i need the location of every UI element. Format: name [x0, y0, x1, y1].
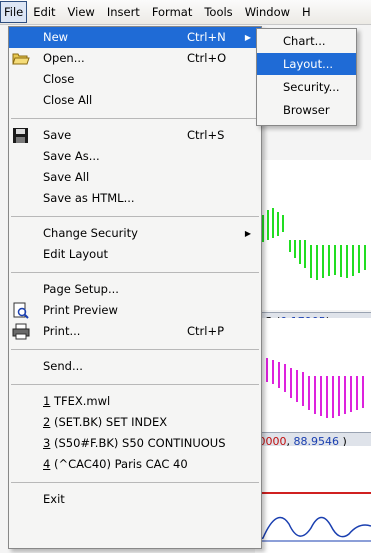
menu-item-label: Send... [43, 359, 83, 373]
menu-item-label: Save As... [43, 149, 100, 163]
menu-help[interactable]: H [296, 2, 317, 22]
menu-separator [11, 272, 259, 273]
menu-item-print[interactable]: Print... Ctrl+P [9, 321, 261, 342]
submenu-item-layout[interactable]: Layout... [257, 53, 356, 75]
menu-item-label: Close All [43, 93, 93, 107]
recent-file-label: (SET.BK) SET INDEX [50, 415, 168, 429]
menu-item-label: Print Preview [43, 303, 118, 317]
menu-separator [11, 482, 259, 483]
menu-item-exit[interactable]: Exit [9, 489, 261, 510]
oscillator-lines [255, 492, 371, 542]
menu-item-recent-1[interactable]: 1 TFEX.mwl [9, 391, 261, 412]
submenu-item-browser[interactable]: Browser [257, 99, 356, 121]
menu-item-label: Page Setup... [43, 282, 119, 296]
menu-separator [11, 384, 259, 385]
menu-item-label: Edit Layout [43, 247, 109, 261]
menu-edit[interactable]: Edit [27, 2, 61, 22]
menu-item-recent-4[interactable]: 4 (^CAC40) Paris CAC 40 [9, 454, 261, 475]
menu-separator [11, 118, 259, 119]
shortcut-label: Ctrl+O [187, 51, 227, 65]
menu-item-new[interactable]: New Ctrl+N ▶ [9, 27, 261, 48]
menu-item-open[interactable]: Open... Ctrl+O [9, 48, 261, 69]
recent-file-label: (S50#F.BK) S50 CONTINUOUS [50, 436, 226, 450]
menu-item-save-as-html[interactable]: Save as HTML... [9, 188, 261, 209]
menu-insert[interactable]: Insert [101, 2, 146, 22]
menu-tools[interactable]: Tools [198, 2, 238, 22]
menu-item-label: Save All [43, 170, 90, 184]
menu-separator [11, 216, 259, 217]
floppy-disk-icon [12, 127, 30, 144]
chart-pane-lines [255, 446, 371, 553]
open-folder-icon [12, 50, 30, 67]
menu-format[interactable]: Format [146, 2, 199, 22]
chart-pane-magenta [255, 318, 371, 436]
recent-file-label: TFEX.mwl [50, 394, 111, 408]
menu-item-label: New [43, 30, 69, 44]
menu-item-label: Print... [43, 324, 81, 338]
menu-item-change-security[interactable]: Change Security ▶ [9, 223, 261, 244]
menu-item-label: Change Security [43, 226, 138, 240]
magenta-histogram [260, 358, 364, 418]
new-submenu: Chart... Layout... Security... Browser [256, 28, 357, 126]
menubar: File Edit View Insert Format Tools Windo… [0, 0, 371, 25]
menu-item-recent-2[interactable]: 2 (SET.BK) SET INDEX [9, 412, 261, 433]
menu-item-label: Close [43, 72, 75, 86]
submenu-arrow-icon: ▶ [244, 33, 251, 42]
menu-item-save[interactable]: Save Ctrl+S [9, 125, 261, 146]
menu-file[interactable]: File [0, 1, 28, 23]
chart-pane-green [255, 160, 371, 310]
menu-window[interactable]: Window [239, 2, 296, 22]
submenu-item-security[interactable]: Security... [257, 76, 356, 98]
menu-item-recent-3[interactable]: 3 (S50#F.BK) S50 CONTINUOUS [9, 433, 261, 454]
menu-item-close[interactable]: Close [9, 69, 261, 90]
menu-item-label: Save [43, 128, 72, 142]
submenu-arrow-icon: ▶ [244, 229, 251, 238]
menu-item-print-preview[interactable]: Print Preview [9, 300, 261, 321]
menu-item-save-as[interactable]: Save As... [9, 146, 261, 167]
menu-view[interactable]: View [62, 2, 101, 22]
shortcut-label: Ctrl+S [187, 128, 225, 142]
menu-separator [11, 349, 259, 350]
green-histogram [262, 208, 366, 280]
menu-item-page-setup[interactable]: Page Setup... [9, 279, 261, 300]
menu-item-label: Exit [43, 492, 65, 506]
file-menu: New Ctrl+N ▶ Open... Ctrl+O Close Close … [8, 26, 262, 549]
recent-file-label: (^CAC40) Paris CAC 40 [50, 457, 188, 471]
menu-item-label: Open... [43, 51, 85, 65]
shortcut-label: Ctrl+P [187, 324, 225, 338]
menu-item-label: Save as HTML... [43, 191, 135, 205]
printer-icon [12, 323, 30, 340]
menu-item-edit-layout[interactable]: Edit Layout [9, 244, 261, 265]
shortcut-label: Ctrl+N [187, 30, 226, 44]
print-preview-icon [12, 302, 30, 319]
menu-item-close-all[interactable]: Close All [9, 90, 261, 111]
menu-item-save-all[interactable]: Save All [9, 167, 261, 188]
menu-item-send[interactable]: Send... [9, 356, 261, 377]
submenu-item-chart[interactable]: Chart... [257, 30, 356, 52]
